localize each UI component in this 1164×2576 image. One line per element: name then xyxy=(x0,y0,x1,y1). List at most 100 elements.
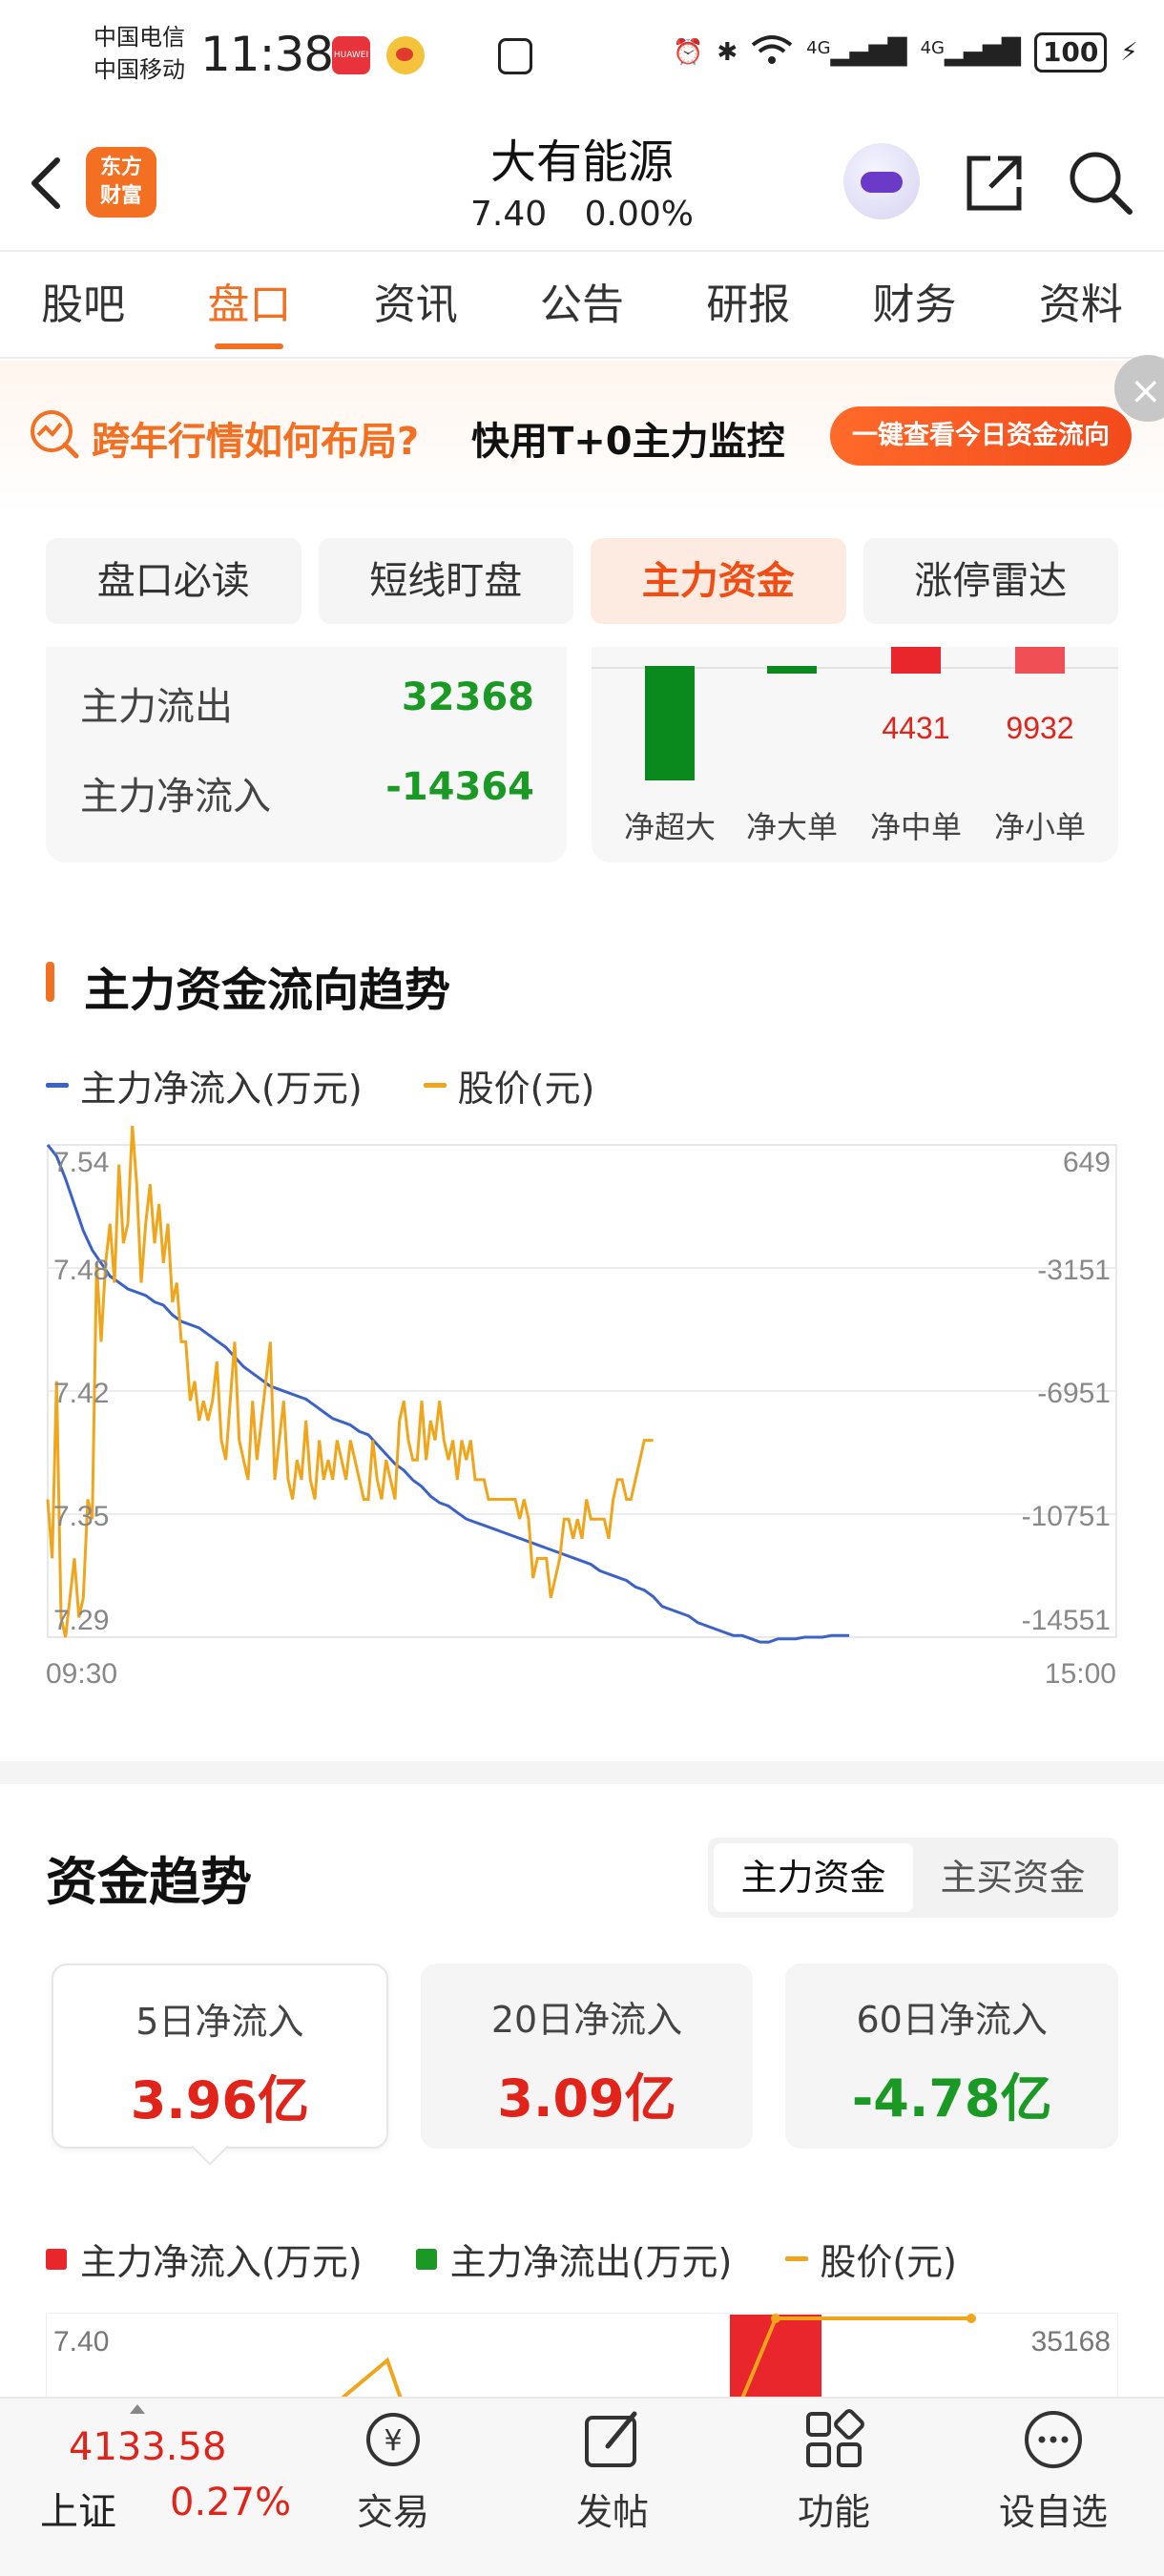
subtab-main-fund[interactable]: 主力资金 xyxy=(591,538,846,624)
stock-price: 7.40 xyxy=(470,195,548,234)
legend-inflow: 主力净流入(万元) xyxy=(46,2233,363,2285)
tab-announcement[interactable]: 公告 xyxy=(499,252,665,357)
net-type-2: 4G xyxy=(920,38,945,58)
banner-question: 跨年行情如何布局? xyxy=(92,420,420,464)
trend-series-0 xyxy=(46,1144,849,1644)
signal-icon-2: 4G▂▄▆█ xyxy=(920,38,1021,67)
card-60day-value: -4.78亿 xyxy=(851,2068,1052,2129)
tab-finance[interactable]: 财务 xyxy=(831,252,997,357)
legend-fund-price: 股价(元) xyxy=(785,2233,957,2285)
legend-price-label: 股价(元) xyxy=(457,1068,595,1110)
index-expand-icon[interactable] xyxy=(130,2404,145,2414)
tab-pankou[interactable]: 盘口 xyxy=(166,252,332,357)
order-bar-value-2: 4431 xyxy=(882,711,949,745)
legend-blue-swatch xyxy=(46,1083,69,1088)
fund-flow-trend-chart[interactable]: 7.54 7.48 7.42 7.35 7.29 649 -3151 -6951 -10751 -… xyxy=(38,1126,1126,1698)
trend-right-tick-4: -14551 xyxy=(1022,1605,1111,1636)
net-inflow-row: 主力净流入 -14364 xyxy=(80,765,534,821)
card-5day-label: 5日净流入 xyxy=(135,2001,304,2043)
trend-series-1 xyxy=(46,1126,654,1638)
seg-main-buy[interactable]: 主买资金 xyxy=(913,1843,1112,1912)
charging-icon: ⚡ xyxy=(1120,38,1138,67)
battery-icon: 100 xyxy=(1033,32,1108,73)
nav-post[interactable]: 发帖 xyxy=(527,2406,698,2535)
ai-assistant-icon[interactable] xyxy=(843,143,920,219)
bluetooth-icon: ✱ xyxy=(717,38,738,67)
outflow-label: 主力流出 xyxy=(80,685,233,729)
order-bar-0 xyxy=(645,666,695,780)
legend-orange-swatch xyxy=(423,1083,447,1088)
tab-guba[interactable]: 股吧 xyxy=(0,252,166,357)
outflow-value: 32368 xyxy=(401,675,534,719)
fund-price-point-1 xyxy=(771,2314,780,2323)
card-20day-value: 3.09亿 xyxy=(497,2068,676,2129)
signal-icon-1: 4G▂▄▆█ xyxy=(806,38,907,67)
grid-icon xyxy=(806,2409,864,2467)
index-change[interactable]: 0.27% xyxy=(170,2481,291,2524)
net-inflow-label: 主力净流入 xyxy=(80,775,271,819)
post-icon xyxy=(585,2411,637,2467)
wifi-icon xyxy=(751,33,793,73)
nav-add-watchlist-label: 设自选 xyxy=(998,2491,1108,2533)
trend-title: 主力资金流向趋势 xyxy=(46,952,450,1019)
stock-change: 0.00% xyxy=(584,195,694,234)
tab-news[interactable]: 资讯 xyxy=(333,252,499,357)
bottom-nav-bar: 4133.58 上证 0.27% ¥ 交易 发帖 功能 设自选 xyxy=(0,2397,1164,2576)
status-icons: ⏰ ✱ 4G▂▄▆█ 4G▂▄▆█ 100 ⚡ xyxy=(673,32,1138,73)
legend-net-inflow-label: 主力净流入(万元) xyxy=(80,1068,363,1110)
close-icon[interactable]: × xyxy=(1114,355,1164,422)
net-inflow-cards: 5日净流入 3.96亿 20日净流入 3.09亿 60日净流入 -4.78亿 xyxy=(52,1963,1119,2149)
fund-flow-button[interactable]: 一键查看今日资金流向 xyxy=(830,406,1132,466)
card-20day-label: 20日净流入 xyxy=(490,1999,683,2041)
card-5day-value: 3.96亿 xyxy=(130,2070,309,2130)
subtab-must-read[interactable]: 盘口必读 xyxy=(46,538,301,624)
more-icon xyxy=(1025,2411,1082,2468)
card-20day[interactable]: 20日净流入 3.09亿 xyxy=(420,1963,754,2149)
card-60day[interactable]: 60日净流入 -4.78亿 xyxy=(785,1963,1119,2149)
fund-right-tick: 35168 xyxy=(1031,2326,1111,2358)
trend-legend: 主力净流入(万元) 股价(元) xyxy=(46,1059,594,1111)
nav-add-watchlist[interactable]: 设自选 xyxy=(967,2406,1139,2535)
status-time: 11:38 xyxy=(200,27,334,82)
net-type-1: 4G xyxy=(806,38,831,58)
subtab-limit-radar[interactable]: 涨停雷达 xyxy=(863,538,1118,624)
trend-left-tick-3: 7.35 xyxy=(53,1501,109,1532)
banner-answer: 快用T+0主力监控 xyxy=(471,420,785,464)
promo-banner[interactable]: 跨年行情如何布局? 快用T+0主力监控 一键查看今日资金流向 × xyxy=(0,355,1164,513)
tab-research[interactable]: 研报 xyxy=(665,252,831,357)
status-bar: 中国电信 中国移动 11:38 HUAWEI ⏰ ✱ 4G▂▄▆█ 4G▂▄▆█… xyxy=(0,0,1164,114)
tab-profile[interactable]: 资料 xyxy=(998,252,1164,357)
search-icon[interactable] xyxy=(1067,149,1133,216)
card-5day[interactable]: 5日净流入 3.96亿 xyxy=(52,1963,388,2149)
fund-trend-chart[interactable]: 7.40 35168 xyxy=(46,2313,1118,2399)
legend-red-swatch xyxy=(46,2248,67,2270)
carrier-1: 中国电信 xyxy=(94,24,185,51)
nav-functions-label: 功能 xyxy=(797,2491,870,2533)
order-bar-value-3: 9932 xyxy=(1006,711,1073,745)
weibo-app-icon xyxy=(386,36,425,74)
share-icon[interactable] xyxy=(962,151,1027,216)
carrier-info: 中国电信 中国移动 xyxy=(94,21,185,86)
legend-outflow-label: 主力净流出(万元) xyxy=(449,2241,733,2283)
card-60day-label: 60日净流入 xyxy=(856,1999,1048,2041)
seg-main-fund[interactable]: 主力资金 xyxy=(714,1843,913,1912)
order-bar-2 xyxy=(891,647,941,674)
legend-price-swatch xyxy=(785,2256,809,2261)
section-divider xyxy=(0,1761,1164,1784)
fund-trend-title: 资金趋势 xyxy=(46,1852,252,1912)
order-bar-1 xyxy=(767,666,817,674)
nav-trade[interactable]: ¥ 交易 xyxy=(307,2406,479,2535)
outflow-row: 主力流出 32368 xyxy=(80,675,534,731)
fund-type-toggle: 主力资金 主买资金 xyxy=(708,1838,1118,1918)
trade-icon: ¥ xyxy=(366,2413,420,2466)
nav-functions[interactable]: 功能 xyxy=(748,2406,920,2535)
index-value[interactable]: 4133.58 xyxy=(69,2425,226,2469)
fund-left-tick: 7.40 xyxy=(53,2326,109,2358)
legend-price: 股价(元) xyxy=(423,1059,595,1111)
trend-left-tick-0: 7.54 xyxy=(53,1147,109,1178)
legend-outflow: 主力净流出(万元) xyxy=(415,2233,733,2285)
main-tabs: 股吧 盘口 资讯 公告 研报 财务 资料 xyxy=(0,250,1164,359)
order-bar-label-1: 净大单 xyxy=(746,810,838,844)
index-name[interactable]: 上证 xyxy=(40,2481,116,2536)
subtab-short-watch[interactable]: 短线盯盘 xyxy=(318,538,573,624)
